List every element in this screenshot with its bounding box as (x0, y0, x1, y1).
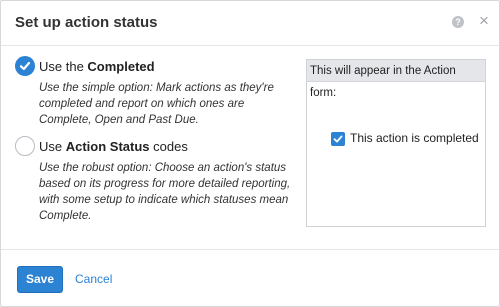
option-completed-label[interactable]: Use the Completed (39, 59, 155, 74)
save-button[interactable]: Save (17, 266, 63, 293)
preview-checkbox (331, 132, 345, 146)
radio-completed[interactable] (15, 56, 35, 76)
checkmark-icon (333, 135, 343, 143)
option-action-status-label[interactable]: Use Action Status codes (39, 139, 188, 154)
option-label-suffix: codes (149, 139, 188, 154)
dialog-body: Use the Completed Use the simple option:… (1, 47, 499, 249)
option-label-bold: Completed (87, 59, 155, 74)
dialog-title: Set up action status (15, 14, 158, 31)
setup-action-status-dialog: Set up action status ? × Use the Complet… (0, 0, 500, 307)
checkmark-icon (19, 61, 31, 71)
action-form-preview: This will appear in the Action form: Thi… (306, 59, 486, 227)
radio-action-status-codes[interactable] (15, 136, 35, 156)
dialog-footer: Save Cancel (1, 249, 499, 307)
preview-heading: This will appear in the Action form: (307, 60, 485, 99)
cancel-link[interactable]: Cancel (75, 272, 112, 286)
option-completed-description: Use the simple option: Mark actions as t… (39, 82, 274, 126)
option-label-prefix: Use the (39, 59, 88, 74)
question-circle-icon[interactable]: ? (452, 16, 464, 28)
option-label-bold: Action Status (65, 139, 150, 154)
preview-checkbox-label: This action is completed (350, 131, 479, 145)
option-label-prefix: Use (39, 139, 66, 154)
option-action-status-description: Use the robust option: Choose an action'… (39, 162, 291, 222)
dialog-header: Set up action status ? × (1, 1, 499, 46)
close-icon[interactable]: × (477, 12, 491, 30)
